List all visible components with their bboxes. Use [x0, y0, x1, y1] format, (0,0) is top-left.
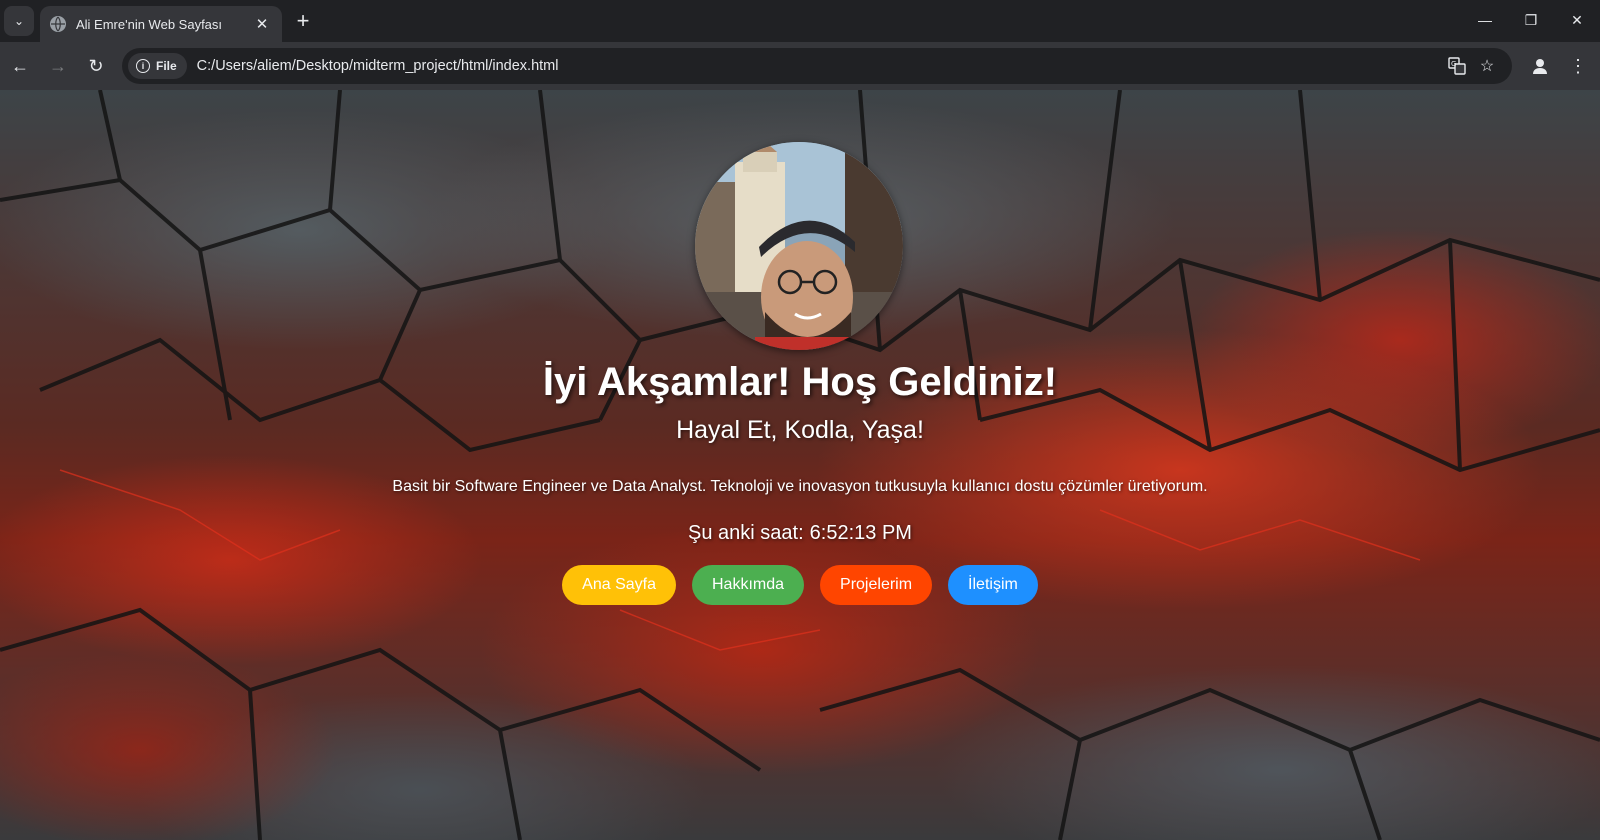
projects-button[interactable]: Projelerim — [820, 565, 933, 605]
clock-display: Şu anki saat: 6:52:13 PM — [0, 522, 1600, 545]
menu-kebab-icon[interactable]: ⋮ — [1562, 50, 1594, 82]
browser-tab[interactable]: Ali Emre'nin Web Sayfası ✕ — [40, 6, 282, 42]
bookmark-star-icon[interactable]: ☆ — [1472, 51, 1502, 81]
clock-value: 6:52:13 PM — [809, 522, 912, 544]
hero-section: İyi Akşamlar! Hoş Geldiniz! Hayal Et, Ko… — [0, 90, 1600, 840]
contact-button[interactable]: İletişim — [948, 565, 1038, 605]
tagline: Hayal Et, Kodla, Yaşa! — [676, 416, 924, 444]
reload-icon[interactable]: ↻ — [80, 50, 112, 82]
address-bar[interactable]: i File C:/Users/aliem/Desktop/midterm_pr… — [122, 48, 1512, 84]
tab-title: Ali Emre'nin Web Sayfası — [76, 16, 223, 32]
minimize-icon[interactable]: — — [1462, 0, 1508, 40]
site-chip-label: File — [156, 59, 177, 73]
info-icon: i — [136, 59, 150, 73]
greeting-heading: İyi Akşamlar! Hoş Geldiniz! — [542, 360, 1058, 404]
nav-buttons: Ana Sayfa Hakkımda Projelerim İletişim — [0, 565, 1600, 605]
url-text[interactable]: C:/Users/aliem/Desktop/midterm_project/h… — [197, 58, 1442, 74]
new-tab-icon[interactable]: + — [288, 6, 318, 36]
svg-text:G: G — [1451, 60, 1456, 68]
profile-icon[interactable] — [1524, 50, 1556, 82]
restore-icon[interactable]: ❐ — [1508, 0, 1554, 40]
close-tab-icon[interactable]: ✕ — [252, 15, 272, 33]
profile-photo — [695, 142, 903, 350]
translate-icon[interactable]: G — [1442, 51, 1472, 81]
bio-text: Basit bir Software Engineer ve Data Anal… — [392, 478, 1208, 495]
close-window-icon[interactable]: ✕ — [1554, 0, 1600, 40]
browser-toolbar: ← → ↻ i File C:/Users/aliem/Desktop/midt… — [0, 42, 1600, 90]
site-info-chip[interactable]: i File — [128, 53, 187, 79]
back-icon[interactable]: ← — [4, 50, 36, 82]
globe-icon — [50, 16, 66, 32]
tab-strip: ⌄ Ali Emre'nin Web Sayfası ✕ + — ❐ ✕ — [0, 0, 1600, 42]
about-button[interactable]: Hakkımda — [692, 565, 805, 605]
page-viewport: İyi Akşamlar! Hoş Geldiniz! Hayal Et, Ko… — [0, 90, 1600, 840]
forward-icon[interactable]: → — [42, 50, 74, 82]
clock-label: Şu anki saat: — [688, 522, 804, 544]
tab-search-icon[interactable]: ⌄ — [4, 6, 34, 36]
home-button[interactable]: Ana Sayfa — [562, 565, 676, 605]
